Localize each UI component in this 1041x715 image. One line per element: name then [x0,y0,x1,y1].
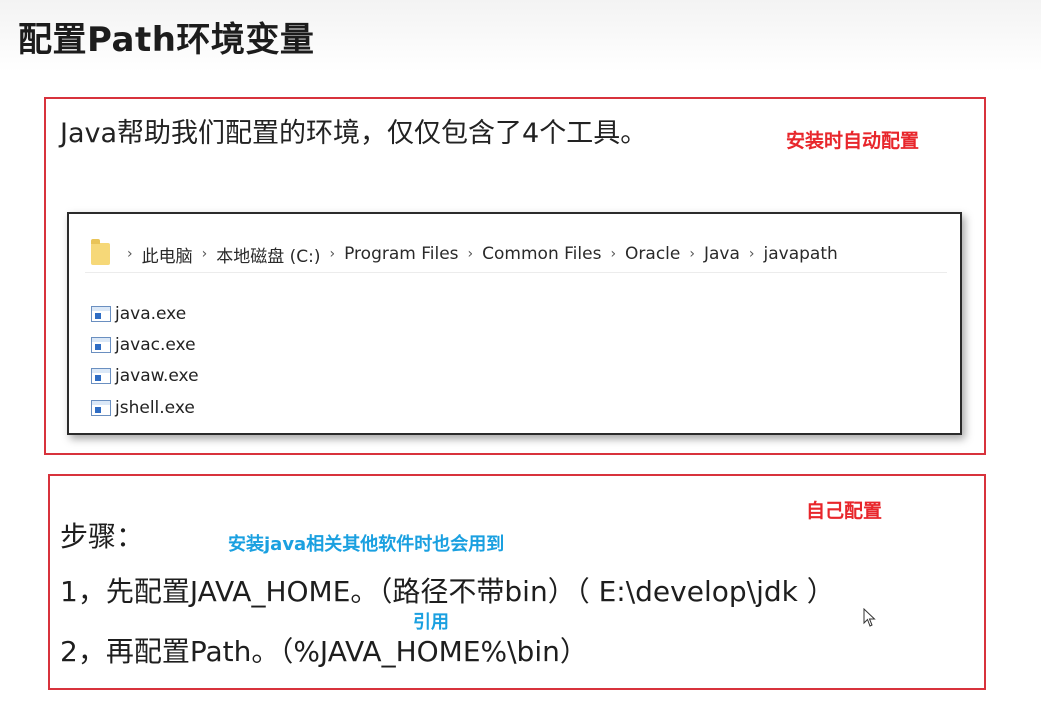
exe-icon [91,305,111,322]
reuse-note: 安装java相关其他软件时也会用到 [228,534,505,555]
step-1: 1，先配置JAVA_HOME。（路径不带bin）（ E:\develop\jdk… [60,575,835,608]
file-name: java.exe [115,303,187,324]
breadcrumb-common-files[interactable]: Common Files [482,244,601,264]
breadcrumb-this-pc[interactable]: 此电脑 [142,242,193,267]
breadcrumb-javapath[interactable]: javapath [764,244,838,264]
file-list: java.exe javac.exe javaw.exe jshell.exe [91,298,199,423]
chevron-right-icon[interactable]: › [689,246,695,262]
file-name: javaw.exe [115,366,199,387]
address-bar[interactable]: › 此电脑 › 本地磁盘 (C:) › Program Files › Comm… [85,236,947,273]
step-2: 2，再配置Path。（%JAVA_HOME%\bin） [60,635,588,668]
chevron-right-icon[interactable]: › [749,246,755,262]
file-item[interactable]: javac.exe [91,329,199,360]
file-item[interactable]: java.exe [91,298,199,329]
file-item[interactable]: javaw.exe [91,361,199,392]
chevron-right-icon[interactable]: › [468,246,474,262]
folder-icon [91,239,110,265]
chevron-right-icon[interactable]: › [330,246,336,262]
breadcrumb-java[interactable]: Java [704,244,740,264]
breadcrumb-oracle[interactable]: Oracle [625,244,680,264]
mouse-cursor-icon [863,608,876,627]
auto-config-note: 安装时自动配置 [786,130,920,152]
exe-icon [91,399,111,416]
file-item[interactable]: jshell.exe [91,392,199,423]
intro-text: Java帮助我们配置的环境，仅仅包含了4个工具。 [60,118,648,149]
slide-title: 配置Path环境变量 [18,20,315,60]
file-name: javac.exe [115,334,196,355]
chevron-right-icon[interactable]: › [127,246,133,262]
steps-label: 步骤： [60,520,145,553]
chevron-right-icon[interactable]: › [610,246,616,262]
self-config-note: 自己配置 [806,500,883,522]
exe-icon [91,336,111,353]
breadcrumb-program-files[interactable]: Program Files [344,244,458,264]
explorer-window: › 此电脑 › 本地磁盘 (C:) › Program Files › Comm… [67,212,962,435]
chevron-right-icon[interactable]: › [202,246,208,262]
file-name: jshell.exe [115,397,195,418]
exe-icon [91,368,111,385]
breadcrumb-local-disk[interactable]: 本地磁盘 (C:) [216,242,320,267]
